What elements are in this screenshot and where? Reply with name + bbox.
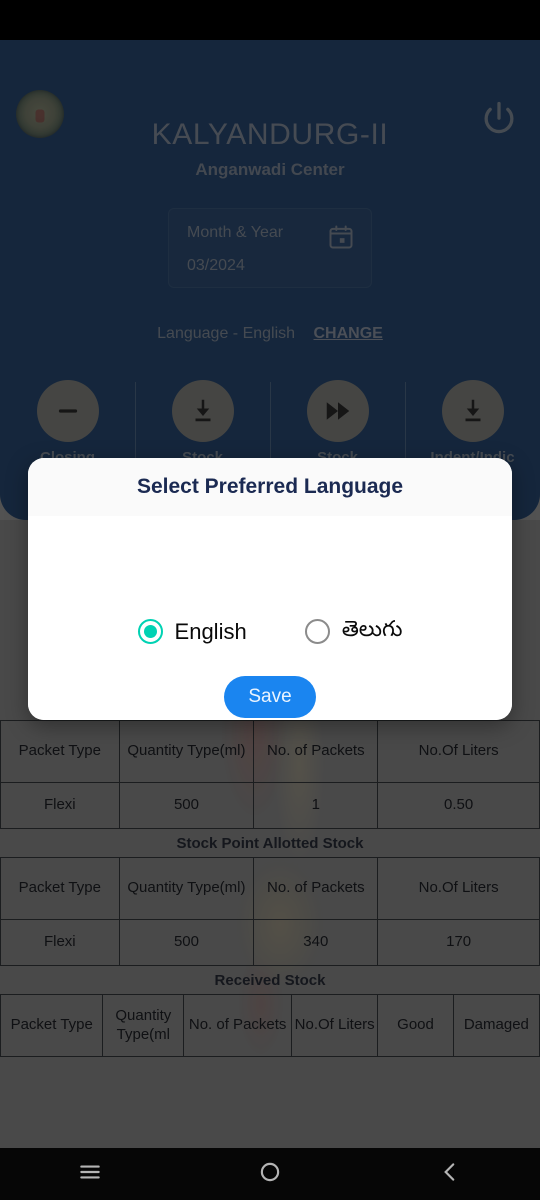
language-option-english[interactable]: English [137, 618, 247, 645]
language-options: English తెలుగు [28, 616, 512, 647]
dialog-title: Select Preferred Language [28, 458, 512, 516]
back-chevron-icon[interactable] [437, 1159, 463, 1190]
android-nav-bar [0, 1148, 540, 1200]
radio-selected-icon[interactable] [137, 619, 163, 644]
language-option-label: తెలుగు [341, 616, 403, 641]
language-option-label: English [174, 618, 247, 644]
home-circle-icon[interactable] [257, 1159, 283, 1190]
dialog-body: English తెలుగు Save [28, 516, 512, 720]
radio-unselected-icon[interactable] [304, 619, 330, 644]
language-option-telugu[interactable]: తెలుగు [304, 616, 403, 647]
language-dialog: Select Preferred Language English తెలుగు… [28, 458, 512, 720]
phone-screen: KALYANDURG-II Anganwadi Center Month & Y… [0, 0, 540, 1200]
save-button[interactable]: Save [224, 676, 316, 718]
menu-icon[interactable] [77, 1159, 103, 1190]
